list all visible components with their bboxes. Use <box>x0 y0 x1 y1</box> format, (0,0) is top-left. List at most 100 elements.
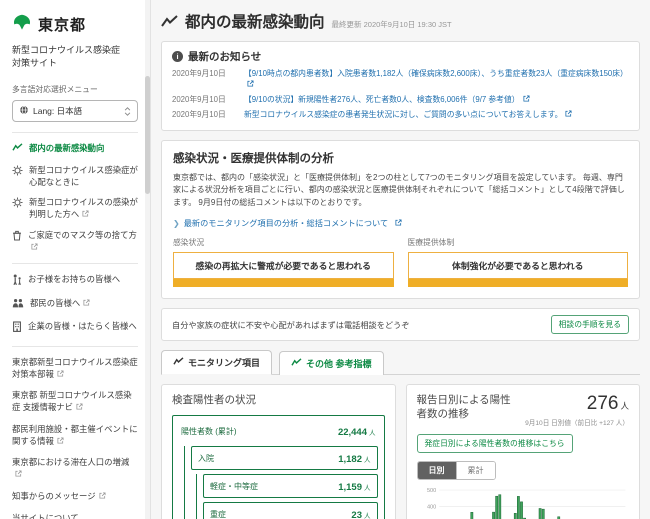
onset-date-chart-button[interactable]: 発症日別による陽性者数の推移はこちら <box>417 434 573 453</box>
news-item: 2020年9月10日【9/10の状況】新規陽性者276人、死亡者数0人、検査数6… <box>172 94 629 105</box>
tab-label: その他 参考指標 <box>306 357 372 370</box>
monitoring-cards: 検査陽性者の状況 陽性者数 (累計)22,444人入院1,182人軽症・中等症1… <box>161 384 640 519</box>
sidebar-item-label: ご家庭でのマスク等の捨て方 <box>28 230 138 254</box>
external-link-icon <box>565 109 572 120</box>
sidebar-item-worried-about-infection[interactable]: 新型コロナウイルス感染症が心配なときに <box>12 165 138 189</box>
external-link-icon <box>76 402 83 414</box>
news-link[interactable]: 【9/10の状況】新規陽性者276人、死亡者数0人、検査数6,006件（9/7 … <box>244 94 530 105</box>
daily-cases-figure: 276人 9月10日 日別値（前日比 +127 人） <box>525 393 629 427</box>
daily-cases-bar-chart: 010020030040050010223152788月9月 <box>417 484 630 519</box>
breakdown-value: 22,444人 <box>338 422 376 440</box>
analysis-body: 東京都では、都内の「感染状況」と「医療提供体制」を2つの柱として7つのモニタリン… <box>173 172 628 210</box>
tab-monitoring-items[interactable]: モニタリング項目 <box>161 350 272 375</box>
sidebar-item-label: 都内の最新感染動向 <box>29 143 104 155</box>
tab-bar: モニタリング項目 その他 参考指標 <box>161 350 640 375</box>
breakdown-value: 1,182人 <box>338 449 370 467</box>
external-link-icon <box>395 219 402 228</box>
last-updated-label: 最終更新 <box>332 20 362 29</box>
sidebar-primary-nav: 都内の最新感染動向新型コロナウイルス感染症が心配なときに新型コロナウイルスの感染… <box>12 143 138 336</box>
brand[interactable]: 東京都 <box>12 12 138 37</box>
news-link[interactable]: 【9/10時点の都内患者数】入院患者数1,182人（確保病床数2,600床）、う… <box>244 68 629 91</box>
status-level-bar <box>408 279 629 287</box>
sidebar-item-mask-disposal[interactable]: ご家庭でのマスク等の捨て方 <box>12 230 138 254</box>
select-caret-icon <box>124 107 131 116</box>
breakdown-total-box: 陽性者数 (累計)22,444人入院1,182人軽症・中等症1,159人重症23… <box>172 415 385 519</box>
virus-icon <box>12 165 23 180</box>
sidebar-item-for-workers[interactable]: 企業の皆様・はたらく皆様へ <box>12 321 138 336</box>
daily-cases-chart-area: 010020030040050010223152788月9月 <box>417 484 630 519</box>
sidebar: 東京都 新型コロナウイルス感染症 対策サイト 多言語対応選択メニュー Lang:… <box>0 0 151 519</box>
sidebar-item-population-change[interactable]: 東京都における滞在人口の増減 <box>12 457 138 481</box>
news-card: i 最新のお知らせ 2020年9月10日【9/10時点の都内患者数】入院患者数1… <box>161 41 640 131</box>
divider <box>12 263 138 264</box>
news-header: i 最新のお知らせ <box>172 49 629 64</box>
daily-cases-card: 報告日別による陽性者数の推移 276人 9月10日 日別値（前日比 +127 人… <box>406 384 641 519</box>
sidebar-item-about-site[interactable]: 当サイトについて <box>12 513 138 519</box>
breakdown-subgroup: 軽症・中等症1,159人重症23人 <box>196 474 378 519</box>
sidebar-item-governor-message[interactable]: 知事からのメッセージ <box>12 491 138 503</box>
sidebar-secondary-nav: 東京都新型コロナウイルス感染症対策本部報東京都 新型コロナウイルス感染症 支援情… <box>12 357 138 519</box>
language-menu-label: 多言語対応選択メニュー <box>12 84 138 95</box>
breakdown-subgroup: 入院1,182人軽症・中等症1,159人重症23人宿泊療養186人自宅療養391… <box>184 446 378 519</box>
daily-cases-subtitle: 9月10日 日別値（前日比 +127 人） <box>525 417 629 427</box>
page-header: 都内の最新感染動向 最終更新 2020年9月10日 19:30 JST <box>161 10 640 32</box>
daily-cases-unit: 人 <box>620 401 629 411</box>
family-icon <box>12 274 22 289</box>
external-link-icon <box>57 369 64 381</box>
language-select[interactable]: Lang: 日本語 <box>12 100 138 122</box>
chevron-right-icon: ❯ <box>173 219 180 228</box>
breakdown-row: 入院 1,182人 <box>191 446 378 470</box>
tab-other-reference-indicators[interactable]: その他 参考指標 <box>279 351 384 375</box>
trash-icon <box>12 230 22 245</box>
status-section-label: 感染状況 <box>173 237 394 248</box>
sidebar-item-label: 新型コロナウイルスの感染が判明した方へ <box>29 197 138 221</box>
sidebar-item-for-children[interactable]: お子様をお持ちの皆様へ <box>12 274 138 289</box>
monitoring-comment-link[interactable]: ❯ 最新のモニタリング項目の分析・総括コメントについて <box>173 217 628 229</box>
news-date: 2020年9月10日 <box>172 68 236 91</box>
sidebar-item-support-navi[interactable]: 東京都 新型コロナウイルス感染症 支援情報ナビ <box>12 390 138 414</box>
sidebar-scrollbar[interactable] <box>145 0 150 519</box>
page-title: 都内の最新感染動向 <box>185 10 325 32</box>
external-link-icon <box>99 491 106 503</box>
svg-text:400: 400 <box>426 505 435 511</box>
sidebar-scrollbar-thumb[interactable] <box>145 76 150 194</box>
building-icon <box>12 321 22 336</box>
site-title-line1: 新型コロナウイルス感染症 <box>12 44 138 57</box>
divider <box>12 132 138 133</box>
toggle-cumulative[interactable]: 累計 <box>456 462 495 479</box>
brand-name: 東京都 <box>38 14 86 35</box>
sidebar-item-for-citizens[interactable]: 都民の皆様へ <box>12 298 138 312</box>
consult-steps-button[interactable]: 相談の手順を見る <box>551 315 629 334</box>
virus-icon <box>12 197 23 212</box>
sidebar-item-label: お子様をお持ちの皆様へ <box>28 274 120 286</box>
external-link-icon <box>31 242 38 254</box>
status-comment-box: 感染の再拡大に警戒が必要であると思われる <box>173 252 394 279</box>
breakdown-row: 軽症・中等症1,159人 <box>203 474 378 498</box>
language-select-value: Lang: 日本語 <box>33 105 82 117</box>
breakdown-label: 入院 <box>198 453 214 464</box>
consult-bar: 自分や家族の症状に不安や心配があればまずは電話相談をどうぞ 相談の手順を見る <box>161 308 640 341</box>
daily-cases-value: 276 <box>587 393 619 414</box>
sidebar-item-label: 企業の皆様・はたらく皆様へ <box>28 321 137 333</box>
chart-line-icon <box>291 358 302 369</box>
analysis-title: 感染状況・医療提供体制の分析 <box>173 150 628 166</box>
status-sections: 感染状況感染の再拡大に警戒が必要であると思われる医療提供体制体制強化が必要である… <box>173 237 628 287</box>
toggle-daily[interactable]: 日別 <box>418 462 456 479</box>
news-date: 2020年9月10日 <box>172 94 236 105</box>
sidebar-item-latest-trends[interactable]: 都内の最新感染動向 <box>12 143 138 156</box>
news-item: 2020年9月10日新型コロナウイルス感染症の患者発生状況に対し、ご質問の多い点… <box>172 109 629 120</box>
tokyo-ginkgo-logo-icon <box>12 12 32 37</box>
sidebar-item-facility-event-info[interactable]: 都民利用施設・都主催イベントに関する情報 <box>12 424 138 448</box>
breakdown-label: 軽症・中等症 <box>210 481 258 492</box>
news-title: 最新のお知らせ <box>188 49 261 64</box>
sidebar-item-tested-positive[interactable]: 新型コロナウイルスの感染が判明した方へ <box>12 197 138 221</box>
external-link-icon <box>82 209 89 221</box>
consult-text: 自分や家族の症状に不安や心配があればまずは電話相談をどうぞ <box>172 319 409 331</box>
chart-line-icon <box>161 15 178 28</box>
external-link-icon <box>523 94 530 105</box>
sidebar-item-taskforce-reports[interactable]: 東京都新型コロナウイルス感染症対策本部報 <box>12 357 138 381</box>
positive-status-breakdown: 陽性者数 (累計)22,444人入院1,182人軽症・中等症1,159人重症23… <box>172 415 385 519</box>
news-link[interactable]: 新型コロナウイルス感染症の患者発生状況に対し、ご質問の多い点についてお答えします… <box>244 109 572 120</box>
app-window: 東京都 新型コロナウイルス感染症 対策サイト 多言語対応選択メニュー Lang:… <box>0 0 650 519</box>
breakdown-row: 重症23人 <box>203 502 378 519</box>
